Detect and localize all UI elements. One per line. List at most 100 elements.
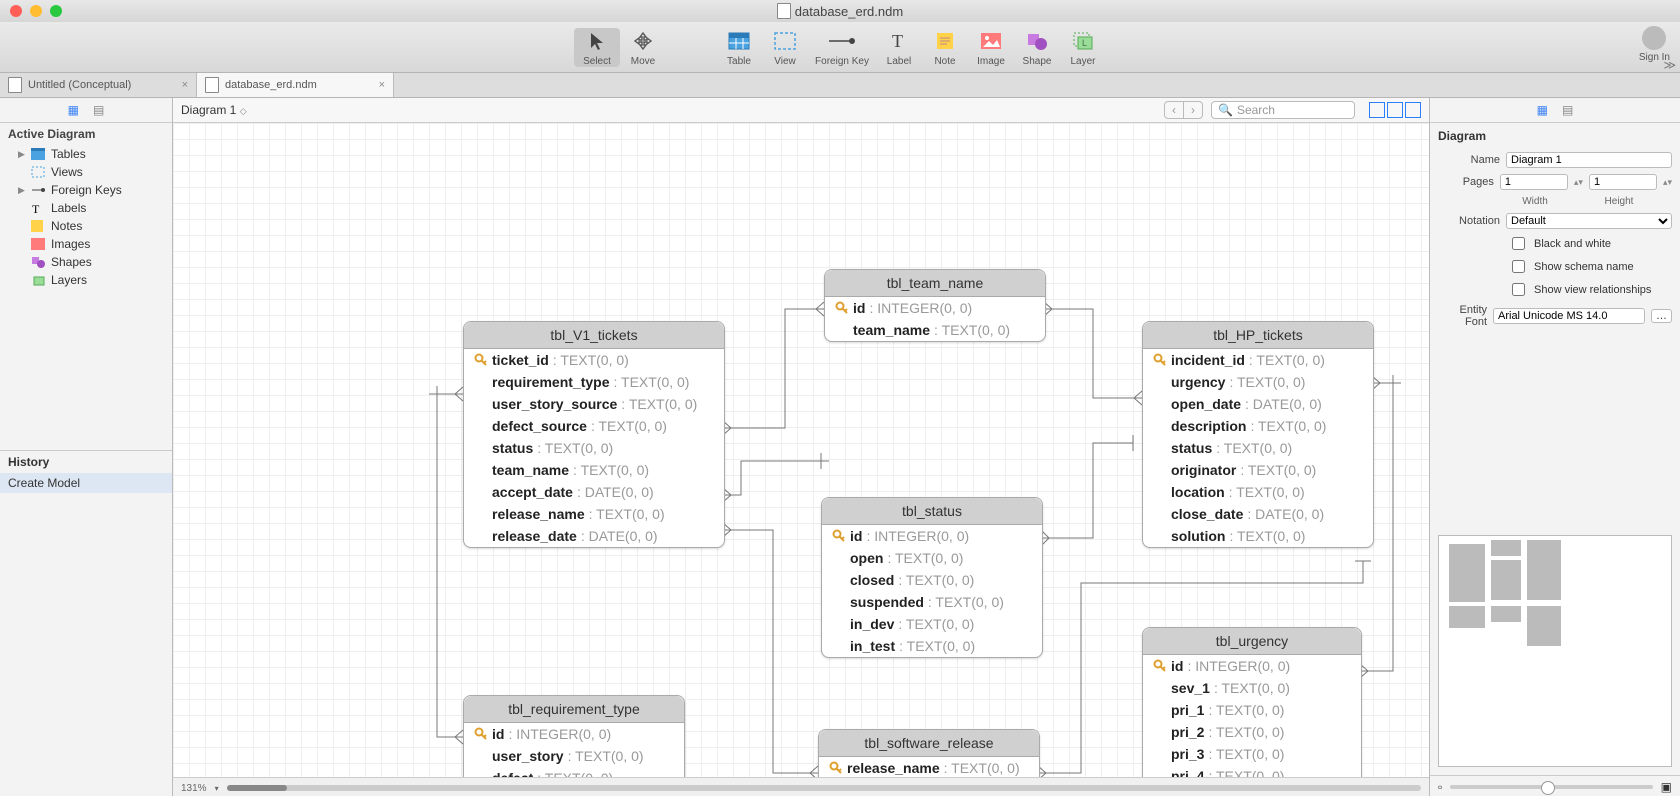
minimap[interactable] — [1438, 535, 1672, 767]
entity-column[interactable]: status: TEXT(0, 0) — [464, 437, 724, 459]
svg-text:L: L — [1082, 38, 1087, 48]
entity-column[interactable]: closed: TEXT(0, 0) — [822, 569, 1042, 591]
entity-column[interactable]: open: TEXT(0, 0) — [822, 547, 1042, 569]
tree-layers[interactable]: Layers — [0, 271, 172, 289]
tree-notes[interactable]: Notes — [0, 217, 172, 235]
tree-foreign-keys[interactable]: ▶Foreign Keys — [0, 181, 172, 199]
entity-column[interactable]: originator: TEXT(0, 0) — [1143, 459, 1373, 481]
erd-canvas[interactable]: tbl_V1_ticketsticket_id: TEXT(0, 0)requi… — [173, 123, 1429, 777]
bw-checkbox[interactable] — [1512, 237, 1525, 250]
entity-column[interactable]: release_name: TEXT(0, 0) — [819, 757, 1039, 777]
entity-column[interactable]: solution: TEXT(0, 0) — [1143, 525, 1373, 547]
entity-column[interactable]: release_date: DATE(0, 0) — [464, 525, 724, 547]
pages-height-input[interactable] — [1589, 174, 1657, 190]
tab-database-erd[interactable]: database_erd.ndm× — [197, 73, 394, 97]
tree-tables[interactable]: ▶Tables — [0, 145, 172, 163]
tree-views[interactable]: Views — [0, 163, 172, 181]
entity-hp[interactable]: tbl_HP_ticketsincident_id: TEXT(0, 0)urg… — [1142, 321, 1374, 548]
h-scrollbar[interactable] — [227, 785, 1421, 791]
entity-column[interactable]: id: INTEGER(0, 0) — [1143, 655, 1361, 677]
table-tool[interactable]: Table — [716, 28, 762, 67]
entity-column[interactable]: pri_4: TEXT(0, 0) — [1143, 765, 1361, 777]
entity-team[interactable]: tbl_team_nameid: INTEGER(0, 0)team_name:… — [824, 269, 1046, 342]
pages-width-input[interactable] — [1500, 174, 1568, 190]
diagram-name-input[interactable] — [1506, 152, 1672, 168]
entity-column[interactable]: user_story_source: TEXT(0, 0) — [464, 393, 724, 415]
font-label: Entity Font — [1438, 304, 1487, 328]
entity-column[interactable]: pri_3: TEXT(0, 0) — [1143, 743, 1361, 765]
foreign-key-tool[interactable]: Foreign Key — [808, 28, 876, 67]
tab-untitled[interactable]: Untitled (Conceptual)× — [0, 73, 197, 97]
entity-sw[interactable]: tbl_software_releaserelease_name: TEXT(0… — [818, 729, 1040, 777]
props-tab-icon[interactable]: ▦ — [1537, 103, 1548, 117]
zoom-out-icon[interactable]: ▫ — [1438, 780, 1442, 794]
select-tool[interactable]: Select — [574, 28, 620, 67]
note-tool[interactable]: Note — [922, 28, 968, 67]
entity-column[interactable]: id: INTEGER(0, 0) — [822, 525, 1042, 547]
label-tool[interactable]: TLabel — [876, 28, 922, 67]
font-more-button[interactable]: … — [1651, 309, 1672, 323]
zoom-dropdown-icon[interactable]: ▾ — [215, 784, 219, 793]
entity-column[interactable]: defect: TEXT(0, 0) — [464, 767, 684, 777]
notation-select[interactable]: Default — [1506, 213, 1672, 229]
entity-column[interactable]: close_date: DATE(0, 0) — [1143, 503, 1373, 525]
model-tab-icon[interactable]: ▦ — [68, 103, 79, 117]
entity-column[interactable]: defect_source: TEXT(0, 0) — [464, 415, 724, 437]
diagram-selector[interactable]: Diagram 1 ◇ — [181, 103, 247, 117]
entity-v1[interactable]: tbl_V1_ticketsticket_id: TEXT(0, 0)requi… — [463, 321, 725, 548]
entity-status[interactable]: tbl_statusid: INTEGER(0, 0)open: TEXT(0,… — [821, 497, 1043, 658]
entity-font-input[interactable] — [1493, 308, 1645, 324]
entity-column[interactable]: open_date: DATE(0, 0) — [1143, 393, 1373, 415]
close-icon[interactable]: × — [182, 79, 188, 91]
entity-column[interactable]: status: TEXT(0, 0) — [1143, 437, 1373, 459]
tab-bar: Untitled (Conceptual)× database_erd.ndm× — [0, 73, 1680, 98]
list-tab-icon[interactable]: ▤ — [93, 103, 104, 117]
entity-column[interactable]: pri_1: TEXT(0, 0) — [1143, 699, 1361, 721]
nav-prev[interactable]: ‹ — [1165, 102, 1183, 118]
entity-column[interactable]: sev_1: TEXT(0, 0) — [1143, 677, 1361, 699]
layer-tool[interactable]: LLayer — [1060, 28, 1106, 67]
search-icon: 🔍 — [1218, 103, 1233, 117]
schema-checkbox[interactable] — [1512, 260, 1525, 273]
entity-column[interactable]: in_test: TEXT(0, 0) — [822, 635, 1042, 657]
entity-req[interactable]: tbl_requirement_typeid: INTEGER(0, 0)use… — [463, 695, 685, 777]
svg-text:T: T — [892, 31, 903, 51]
image-tool[interactable]: Image — [968, 28, 1014, 67]
entity-column[interactable]: team_name: TEXT(0, 0) — [464, 459, 724, 481]
entity-column[interactable]: id: INTEGER(0, 0) — [825, 297, 1045, 319]
entity-header: tbl_HP_tickets — [1143, 322, 1373, 349]
entity-urg[interactable]: tbl_urgencyid: INTEGER(0, 0)sev_1: TEXT(… — [1142, 627, 1362, 777]
entity-column[interactable]: user_story: TEXT(0, 0) — [464, 745, 684, 767]
minimap-zoom-slider[interactable] — [1450, 785, 1652, 789]
close-icon[interactable]: × — [379, 79, 385, 91]
view-tool[interactable]: View — [762, 28, 808, 67]
entity-column[interactable]: id: INTEGER(0, 0) — [464, 723, 684, 745]
nav-next[interactable]: › — [1183, 102, 1202, 118]
entity-column[interactable]: incident_id: TEXT(0, 0) — [1143, 349, 1373, 371]
layout-toggle[interactable] — [1369, 102, 1421, 118]
props-tab2-icon[interactable]: ▤ — [1562, 103, 1573, 117]
tree-labels[interactable]: TLabels — [0, 199, 172, 217]
viewrel-checkbox[interactable] — [1512, 283, 1525, 296]
entity-column[interactable]: ticket_id: TEXT(0, 0) — [464, 349, 724, 371]
entity-column[interactable]: description: TEXT(0, 0) — [1143, 415, 1373, 437]
chevrons-icon[interactable]: ≫ — [1663, 58, 1676, 72]
entity-column[interactable]: urgency: TEXT(0, 0) — [1143, 371, 1373, 393]
move-tool[interactable]: Move — [620, 28, 666, 67]
tree-images[interactable]: Images — [0, 235, 172, 253]
entity-column[interactable]: in_dev: TEXT(0, 0) — [822, 613, 1042, 635]
entity-column[interactable]: requirement_type: TEXT(0, 0) — [464, 371, 724, 393]
entity-column[interactable]: location: TEXT(0, 0) — [1143, 481, 1373, 503]
search-input[interactable]: 🔍Search — [1211, 101, 1355, 119]
entity-column[interactable]: pri_2: TEXT(0, 0) — [1143, 721, 1361, 743]
entity-column[interactable]: team_name: TEXT(0, 0) — [825, 319, 1045, 341]
entity-column[interactable]: accept_date: DATE(0, 0) — [464, 481, 724, 503]
tree-shapes[interactable]: Shapes — [0, 253, 172, 271]
shape-tool[interactable]: Shape — [1014, 28, 1060, 67]
zoom-in-icon[interactable]: ▣ — [1661, 780, 1672, 794]
entity-column[interactable]: release_name: TEXT(0, 0) — [464, 503, 724, 525]
entity-column[interactable]: suspended: TEXT(0, 0) — [822, 591, 1042, 613]
entity-header: tbl_status — [822, 498, 1042, 525]
history-item[interactable]: Create Model — [0, 473, 172, 493]
key-icon — [474, 727, 488, 741]
